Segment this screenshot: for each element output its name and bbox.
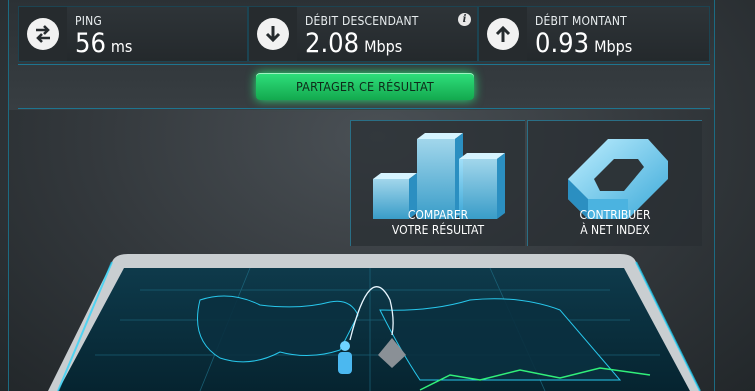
upload-label: DÉBIT MONTANT <box>535 14 627 28</box>
results-bar: PING 56 ms DÉBIT DESCENDANT 2.08 Mbps i DÉ… <box>18 6 710 62</box>
compare-result-tile[interactable]: COMPARER VOTRE RÉSULTAT <box>350 120 525 246</box>
user-marker-head <box>340 341 350 351</box>
download-stat: DÉBIT DESCENDANT 2.08 Mbps i <box>248 6 478 62</box>
bar-chart-icon <box>373 133 505 219</box>
download-number: 2.08 <box>305 28 360 59</box>
download-icon-box <box>249 7 297 61</box>
compare-line2: VOTRE RÉSULTAT <box>391 223 485 237</box>
action-tiles: COMPARER VOTRE RÉSULTAT CONTRIBUER À NET… <box>350 120 702 246</box>
divider-top <box>18 64 710 65</box>
ping-label: PING <box>75 14 102 28</box>
ping-value: 56 ms <box>75 28 132 59</box>
compare-line1: COMPARER <box>407 208 469 222</box>
download-value: 2.08 Mbps <box>305 28 402 59</box>
contribute-line2: À NET INDEX <box>580 223 650 237</box>
user-marker-icon <box>338 352 352 374</box>
ping-stat: PING 56 ms <box>18 6 248 62</box>
upload-icon-box <box>479 7 527 61</box>
contribute-label: CONTRIBUER À NET INDEX <box>528 208 702 238</box>
map-display <box>48 254 701 391</box>
net-index-logo-icon <box>568 139 668 219</box>
compare-label: COMPARER VOTRE RÉSULTAT <box>351 208 525 238</box>
download-arrow-icon <box>257 18 289 50</box>
upload-number: 0.93 <box>535 28 590 59</box>
ping-arrows-icon <box>27 18 59 50</box>
upload-value: 0.93 Mbps <box>535 28 632 59</box>
upload-stat: DÉBIT MONTANT 0.93 Mbps <box>478 6 710 62</box>
download-label: DÉBIT DESCENDANT <box>305 14 419 28</box>
upload-unit: Mbps <box>594 37 633 56</box>
divider-bottom <box>18 108 710 109</box>
download-unit: Mbps <box>364 37 403 56</box>
share-result-button[interactable]: PARTAGER CE RÉSULTAT <box>256 73 474 100</box>
ping-unit: ms <box>110 37 133 56</box>
contribute-line1: CONTRIBUER <box>579 208 651 222</box>
net-index-tile[interactable]: CONTRIBUER À NET INDEX <box>527 120 702 246</box>
ping-number: 56 <box>75 28 106 59</box>
ping-icon-box <box>19 7 67 61</box>
upload-arrow-icon <box>487 18 519 50</box>
info-icon[interactable]: i <box>458 13 471 26</box>
